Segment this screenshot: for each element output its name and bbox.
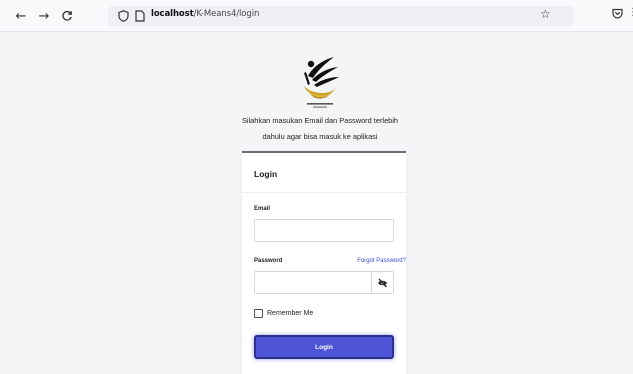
ministry-logo — [304, 57, 339, 108]
remember-me[interactable]: Remember Me — [254, 309, 313, 318]
login-card: Login Email Password Forgot Password? Re… — [242, 151, 406, 374]
page-icon — [135, 10, 145, 22]
reload-icon[interactable] — [58, 7, 76, 25]
shield-icon[interactable] — [118, 10, 129, 22]
login-button[interactable]: Login — [254, 335, 394, 359]
intro-line-2: dahulu agar bisa masuk ke aplikasi — [262, 132, 378, 141]
browser-toolbar: ← → localhost/K-Means4/login ☆ ⋮ — [0, 0, 633, 32]
password-label: Password — [254, 258, 283, 264]
eye-slash-icon — [378, 278, 387, 287]
forward-icon[interactable]: → — [35, 7, 53, 25]
forgot-password-link[interactable]: Forgot Password? — [357, 258, 406, 264]
card-title: Login — [254, 169, 278, 179]
url-host: localhost — [151, 9, 194, 19]
menu-icon[interactable]: ⋮ — [628, 7, 633, 18]
intro-text: Silahkan masukan Email dan Password terl… — [220, 113, 420, 145]
bookmark-star-icon[interactable]: ☆ — [540, 7, 551, 21]
card-header: Login — [242, 153, 406, 193]
pocket-icon[interactable] — [612, 8, 623, 19]
email-field[interactable] — [254, 219, 394, 242]
url-path: /K-Means4/login — [193, 9, 260, 19]
back-icon[interactable]: ← — [12, 7, 30, 25]
url-text[interactable]: localhost/K-Means4/login — [151, 9, 259, 19]
email-label: Email — [254, 206, 271, 212]
password-field[interactable] — [254, 271, 372, 294]
address-bar[interactable]: localhost/K-Means4/login — [108, 6, 574, 26]
remember-me-checkbox[interactable] — [254, 309, 263, 318]
remember-me-label[interactable]: Remember Me — [267, 310, 313, 317]
toggle-password-visibility-button[interactable] — [371, 271, 394, 294]
intro-line-1: Silahkan masukan Email dan Password terl… — [241, 116, 399, 125]
